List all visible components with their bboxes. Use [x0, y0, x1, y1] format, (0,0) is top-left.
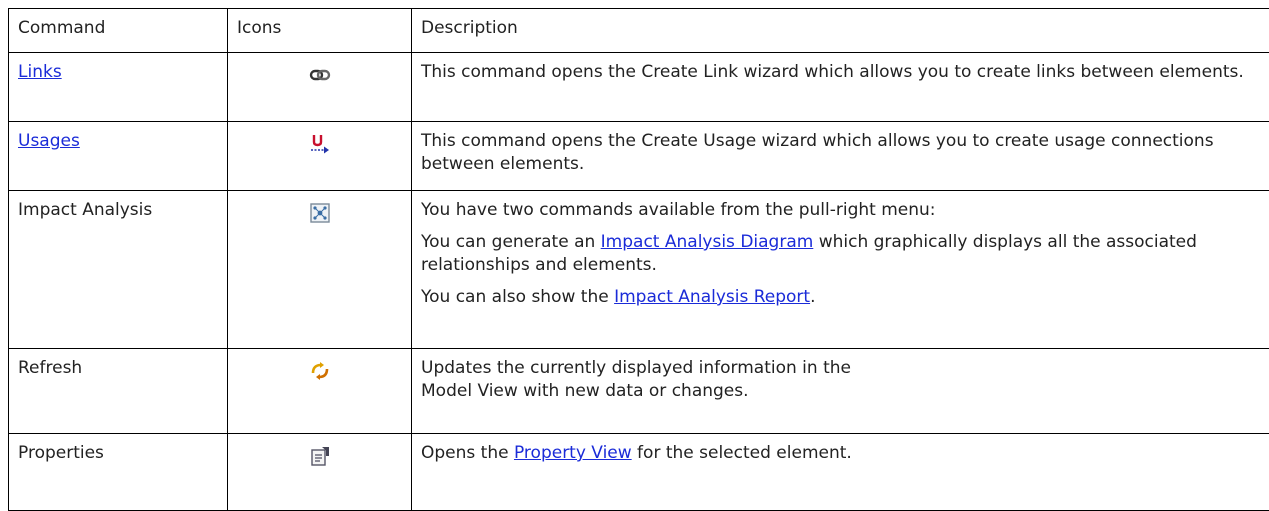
- command-cell: Links: [9, 53, 228, 122]
- refresh-icon: [309, 360, 331, 382]
- command-cell: Impact Analysis: [9, 191, 228, 349]
- command-cell: Usages: [9, 122, 228, 191]
- property-view-link[interactable]: Property View: [514, 443, 632, 463]
- properties-icon: [309, 445, 331, 467]
- header-icons: Icons: [228, 9, 412, 53]
- description-cell: You have two commands available from the…: [412, 191, 1269, 349]
- icon-cell: [228, 191, 412, 349]
- table-row: Refresh Updates the currently displayed …: [9, 349, 1269, 434]
- impact-analysis-icon: [309, 202, 331, 224]
- impact-analysis-diagram-link[interactable]: Impact Analysis Diagram: [601, 232, 814, 252]
- description-cell: Updates the currently displayed informat…: [412, 349, 1269, 434]
- impact-analysis-report-link[interactable]: Impact Analysis Report: [614, 287, 810, 307]
- links-link[interactable]: Links: [18, 62, 62, 82]
- table-row: Usages This command opens the Create Usa…: [9, 122, 1269, 191]
- description-paragraph: You can also show the Impact Analysis Re…: [421, 286, 1260, 309]
- icon-cell: [228, 122, 412, 191]
- icon-cell: [228, 349, 412, 434]
- command-cell: Properties: [9, 434, 228, 511]
- table-row: Impact Analysis You have two commands av…: [9, 191, 1269, 349]
- header-row: Command Icons Description: [9, 9, 1269, 53]
- header-command: Command: [9, 9, 228, 53]
- table-row: Properties Opens the Property View for t…: [9, 434, 1269, 511]
- icon-cell: [228, 53, 412, 122]
- usage-arrow-icon: [309, 133, 331, 155]
- description-paragraph: You have two commands available from the…: [421, 199, 1260, 222]
- description-cell: This command opens the Create Link wizar…: [412, 53, 1269, 122]
- table-row: Links This command opens the Create Link…: [9, 53, 1269, 122]
- command-cell: Refresh: [9, 349, 228, 434]
- icon-cell: [228, 434, 412, 511]
- description-cell: Opens the Property View for the selected…: [412, 434, 1269, 511]
- header-description: Description: [412, 9, 1269, 53]
- usages-link[interactable]: Usages: [18, 131, 80, 151]
- link-chain-icon: [309, 64, 331, 86]
- description-paragraph: You can generate an Impact Analysis Diag…: [421, 231, 1260, 277]
- description-cell: This command opens the Create Usage wiza…: [412, 122, 1269, 191]
- commands-table: Command Icons Description Links This com…: [8, 8, 1269, 511]
